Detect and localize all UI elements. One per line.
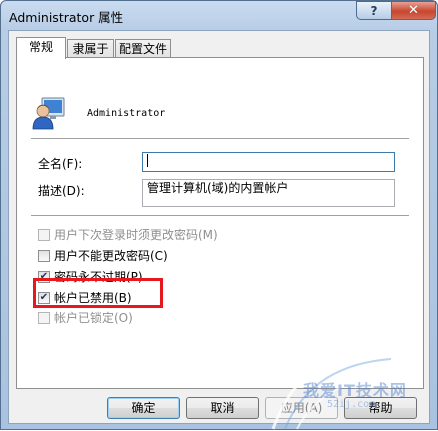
properties-dialog: Administrator 属性 ? ✕ 常规 隶属于 配置文件 Adminis… [0, 0, 438, 430]
checkbox[interactable] [38, 311, 50, 324]
divider [31, 215, 409, 217]
text-caret [147, 154, 148, 167]
description-label: 描述(D): [38, 184, 85, 198]
close-icon: ✕ [408, 3, 419, 18]
apply-button[interactable]: 应用(A) [265, 397, 338, 419]
red-highlight-box [33, 278, 163, 308]
description-field[interactable]: 管理计算机(域)的内置帐户 [142, 179, 395, 207]
title-bar[interactable]: Administrator 属性 ? ✕ [1, 1, 437, 29]
checkbox[interactable] [38, 228, 50, 241]
tab-profile[interactable]: 配置文件 [115, 39, 171, 59]
user-name-label: Administrator [87, 108, 166, 119]
checkbox-account-locked[interactable]: 帐户已锁定(O) [38, 309, 133, 326]
help-caption-button[interactable]: ? [356, 1, 392, 20]
fullname-field[interactable] [142, 152, 395, 172]
checkbox-must-change-password[interactable]: 用户下次登录时须更改密码(M) [38, 226, 218, 243]
ok-button[interactable]: 确定 [107, 397, 180, 419]
help-button[interactable]: 帮助 [344, 397, 417, 419]
question-icon: ? [370, 3, 378, 18]
checkbox[interactable] [38, 249, 50, 262]
fullname-label: 全名(F): [38, 157, 83, 171]
window-title: Administrator 属性 [9, 10, 124, 25]
user-account-icon [32, 96, 66, 130]
divider [31, 138, 409, 140]
tab-general[interactable]: 常规 [16, 37, 66, 59]
dialog-content: 常规 隶属于 配置文件 Administrator 全名(F): 描述(D): … [8, 30, 430, 424]
general-tab-panel: Administrator 全名(F): 描述(D): 管理计算机(域)的内置帐… [16, 57, 424, 389]
tab-member-of[interactable]: 隶属于 [67, 39, 114, 59]
cancel-button[interactable]: 取消 [186, 397, 259, 419]
close-button[interactable]: ✕ [391, 1, 436, 20]
checkbox-cannot-change-password[interactable]: 用户不能更改密码(C) [38, 247, 168, 264]
